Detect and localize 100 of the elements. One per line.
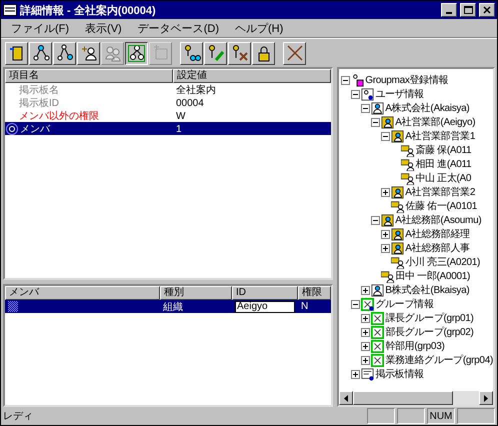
expand-icon[interactable] [361, 342, 370, 350]
status-pane [457, 408, 495, 424]
mail-person-icon [401, 144, 414, 156]
menu-item[interactable]: データベース(D) [132, 20, 225, 36]
column-header[interactable]: 項目名 [5, 69, 173, 83]
mail-person-icon [401, 158, 414, 170]
collapse-icon[interactable] [381, 132, 390, 140]
key-cross-button[interactable] [228, 42, 251, 64]
expand-icon[interactable] [351, 370, 360, 378]
maximize-icon [464, 6, 472, 14]
close-icon [483, 6, 491, 14]
door-button[interactable] [5, 42, 28, 64]
collapse-icon[interactable] [371, 216, 380, 224]
app-icon [3, 4, 17, 16]
mail-person-icon [391, 256, 404, 268]
tree-item[interactable]: 中山 正太(A0 [415, 171, 472, 185]
frame-icon [152, 44, 170, 62]
property-row[interactable]: メンバ以外の権限 W [5, 109, 332, 122]
tree-item[interactable]: B株式会社(Bkaisya) [385, 283, 470, 297]
expand-icon[interactable] [381, 230, 390, 238]
collapse-icon[interactable] [351, 300, 360, 308]
tree-item[interactable]: 業務連絡グループ(grp04) [385, 353, 493, 367]
tree-button[interactable] [125, 42, 148, 64]
expand-icon[interactable] [361, 356, 370, 364]
property-value: 00004 [176, 98, 204, 108]
menu-item[interactable]: ヘルプ(H) [229, 20, 290, 36]
expand-icon[interactable] [381, 188, 390, 196]
property-row[interactable]: 掲示板ID 00004 [5, 96, 332, 109]
group-folder-icon [361, 298, 374, 310]
collapse-icon[interactable] [371, 118, 380, 126]
member-row[interactable]: 組織 Aeigyo N [5, 300, 332, 313]
tree-item[interactable]: A社総務部(Asoumu) [395, 213, 482, 227]
property-name: 掲示板ID [19, 96, 59, 110]
person-box-icon [351, 74, 364, 86]
network-button[interactable] [29, 42, 52, 64]
column-header[interactable]: 設定値 [173, 69, 332, 83]
maximize-button[interactable] [460, 3, 476, 17]
tree-item[interactable]: ユーザ情報 [375, 87, 424, 101]
status-pane [397, 408, 425, 424]
lock-button[interactable] [252, 42, 275, 64]
group-icon [371, 312, 384, 324]
close-button[interactable] [479, 3, 495, 17]
tree-item[interactable]: 幹部用(grp03) [385, 339, 444, 353]
tree-item[interactable]: 掲示板情報 [375, 367, 424, 381]
column-header[interactable]: ID [232, 286, 298, 300]
key-pen-icon [206, 44, 224, 62]
add-person-icon [80, 44, 98, 62]
collapse-icon[interactable] [361, 104, 370, 112]
user-folder-icon [361, 88, 374, 100]
tree-item[interactable]: 田中 一郎(A0001) [395, 269, 470, 283]
id-field[interactable]: Aeigyo [235, 300, 295, 313]
department-icon [381, 116, 394, 128]
tree-item[interactable]: 相田 進(A011 [415, 157, 472, 171]
tree-item[interactable]: 小川 亮三(A0201) [405, 255, 480, 269]
property-name: メンバ [20, 123, 50, 136]
num-lock-indicator: NUM [427, 408, 455, 424]
mail-person-icon [391, 200, 404, 212]
key-pen-button[interactable] [204, 42, 227, 64]
tree-item[interactable]: 部長グループ(grp02) [385, 325, 474, 339]
column-header[interactable]: メンバ [5, 286, 160, 300]
key-glasses-button[interactable] [180, 42, 203, 64]
tree-item[interactable]: Groupmax登録情報 [365, 73, 448, 87]
collapse-icon[interactable] [341, 76, 350, 84]
tree-item[interactable]: A社総務部経理 [405, 227, 470, 241]
expand-icon[interactable] [361, 328, 370, 336]
key-cross-icon [230, 44, 248, 62]
property-name: メンバ以外の権限 [19, 110, 99, 123]
department-icon [391, 130, 404, 142]
collapse-icon[interactable] [351, 90, 360, 98]
expand-icon[interactable] [361, 286, 370, 294]
tree-item[interactable]: 斎藤 保(A011 [415, 143, 472, 157]
network-link-button[interactable] [53, 42, 76, 64]
menu-item[interactable]: 表示(V) [79, 20, 128, 36]
tree-item[interactable]: グループ情報 [375, 297, 434, 311]
column-header[interactable]: 権限 [298, 286, 332, 300]
mail-person-icon [401, 172, 414, 184]
property-row[interactable]: 掲示板名 全社案内 [5, 83, 332, 96]
group-icon [371, 340, 384, 352]
tree-item[interactable]: A社営業部営業2 [405, 185, 476, 199]
column-header[interactable]: 種別 [160, 286, 232, 300]
horizontal-scrollbar[interactable] [339, 391, 493, 405]
department-icon [391, 228, 404, 240]
minimize-button[interactable] [441, 3, 457, 17]
type-text: 組織 [163, 300, 183, 314]
add-person-button[interactable] [77, 42, 100, 64]
network-icon [32, 44, 50, 62]
tree-item[interactable]: 課長グループ(grp01) [385, 311, 474, 325]
tree-item[interactable]: A社総務部人事 [405, 241, 470, 255]
menu-item[interactable]: ファイル(F) [5, 20, 76, 36]
expand-icon[interactable] [381, 244, 390, 252]
tree-item[interactable]: A社営業部営業1 [405, 129, 476, 143]
status-pane [367, 408, 395, 424]
tree-item[interactable]: A株式会社(Akaisya) [385, 101, 470, 115]
expand-icon[interactable] [361, 314, 370, 322]
property-row[interactable]: メンバ 1 [5, 122, 332, 135]
property-value: 1 [176, 124, 182, 134]
tree-item[interactable]: A社営業部(Aeigyo) [395, 115, 476, 129]
cross-button[interactable] [283, 42, 306, 64]
company-icon [371, 102, 384, 114]
tree-item[interactable]: 佐藤 佑一(A0101 [405, 199, 477, 213]
